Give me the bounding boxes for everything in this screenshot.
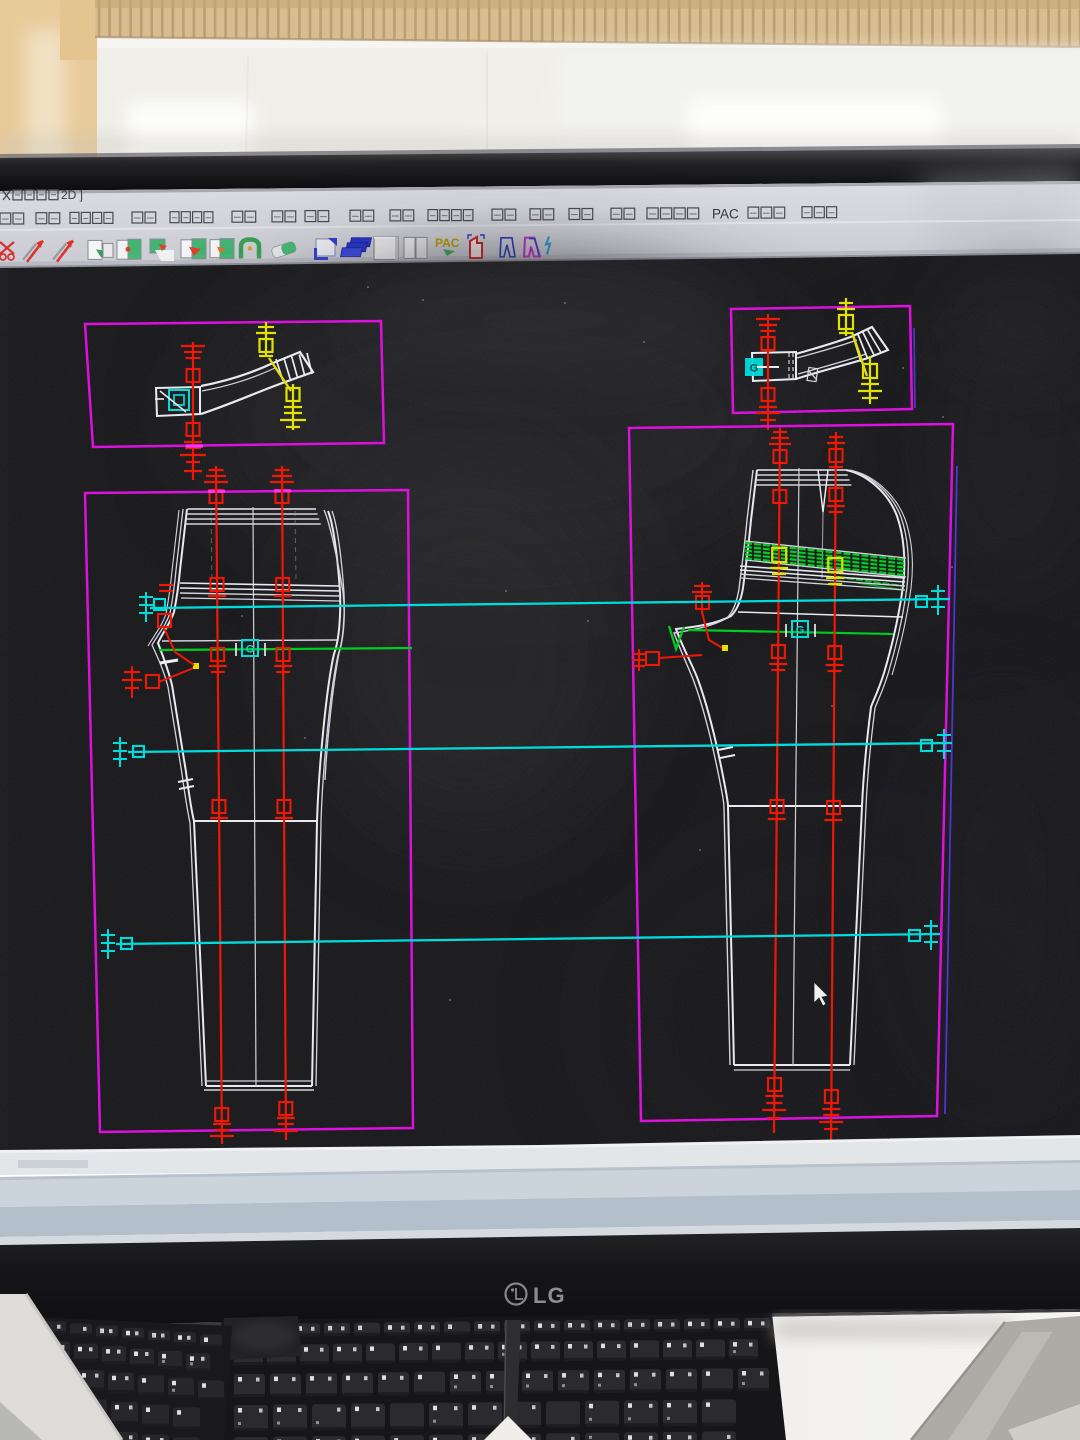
svg-text:G: G: [796, 625, 805, 637]
svg-text:LG: LG: [533, 1283, 566, 1308]
svg-text:G: G: [246, 644, 255, 656]
svg-text:G: G: [750, 363, 759, 375]
svg-text:PAC: PAC: [435, 236, 460, 250]
svg-text:2D ]: 2D ]: [61, 188, 83, 202]
svg-text:PAC: PAC: [712, 206, 739, 221]
